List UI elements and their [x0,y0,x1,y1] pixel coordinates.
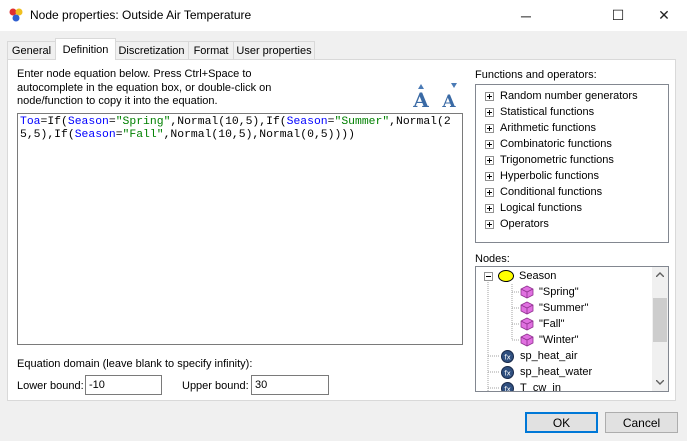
node-label: Season [519,270,557,282]
node-item[interactable]: fx sp_heat_water [500,364,592,380]
tab-discretization[interactable]: Discretization [114,41,189,59]
node-label: sp_heat_air [520,350,578,362]
scroll-down-icon[interactable] [656,380,664,385]
upper-bound-input[interactable] [251,375,329,395]
equation-node-icon: fx [501,365,514,379]
cancel-button[interactable]: Cancel [605,412,678,433]
equation-token: "Spring" [115,116,171,128]
state-item[interactable]: "Fall" [520,316,565,332]
tab-user-properties[interactable]: User properties [233,41,315,59]
expand-plus-icon[interactable] [485,139,494,149]
nodes-scrollbar[interactable] [652,267,668,391]
function-category-item[interactable]: Hyperbolic functions [485,168,599,184]
function-category-item[interactable]: Arithmetic functions [485,120,596,136]
state-item[interactable]: "Spring" [520,284,579,300]
function-category-item[interactable]: Conditional functions [485,184,602,200]
expand-plus-icon[interactable] [485,203,494,213]
function-category-item[interactable]: Statistical functions [485,104,594,120]
function-category-label: Hyperbolic functions [500,170,600,182]
state-cube-icon [520,285,534,299]
expand-plus-icon[interactable] [485,123,494,133]
function-category-label: Operators [500,218,549,230]
tab-definition[interactable]: Definition [55,38,116,60]
ok-button[interactable]: OK [525,412,598,433]
equation-token: "Summer" [334,116,390,128]
function-category-label: Conditional functions [500,186,603,198]
svg-text:fx: fx [504,385,511,392]
state-cube-icon [520,333,534,347]
window-title: Node properties: Outside Air Temperature [30,8,252,22]
equation-token: = [108,116,116,128]
lower-bound-input[interactable] [85,375,162,395]
functions-tree[interactable]: Random number generators Statistical func… [475,84,669,243]
instructions-text: Enter node equation below. Press Ctrl+Sp… [17,68,272,107]
expand-plus-icon[interactable] [485,91,494,101]
equation-token: "Fall" [122,129,164,141]
equation-editor[interactable]: Toa=If(Season="Spring",Normal(10,5),If(S… [17,113,463,345]
nodes-label: Nodes: [475,253,510,265]
tab-general[interactable]: General [7,41,56,59]
equation-token: ,Normal(10,5),If( [170,116,287,128]
equation-token: Season [74,129,116,141]
node-item[interactable]: fx sp_heat_air [500,348,578,364]
node-label: "Spring" [539,286,579,298]
function-category-label: Combinatoric functions [500,138,612,150]
svg-text:A: A [441,92,456,110]
expand-plus-icon[interactable] [485,219,494,229]
equation-token: =If( [40,116,68,128]
expand-plus-icon[interactable] [485,155,494,165]
equation-token: Toa [20,116,41,128]
node-label: T_cw_in [520,382,561,392]
functions-label: Functions and operators: [475,69,597,81]
scroll-up-icon[interactable] [656,272,664,277]
function-category-label: Arithmetic functions [500,122,596,134]
equation-token: = [115,129,123,141]
function-category-label: Statistical functions [500,106,595,118]
increase-font-icon[interactable]: A [408,82,434,110]
node-label: "Summer" [539,302,589,314]
equation-token: ,Normal(10,5),Normal(0,5)))) [163,129,355,141]
maximize-button[interactable]: ☐ [595,0,641,31]
function-category-label: Trigonometric functions [500,154,614,166]
app-icon [9,8,23,22]
lower-bound-label: Lower bound: [17,380,84,392]
state-item[interactable]: "Winter" [520,332,579,348]
node-label: sp_heat_water [520,366,593,378]
function-category-item[interactable]: Combinatoric functions [485,136,612,152]
svg-text:fx: fx [504,369,511,377]
scroll-thumb[interactable] [653,298,667,342]
node-item[interactable]: Season [484,268,556,284]
collapse-minus-icon[interactable] [484,271,493,281]
function-category-item[interactable]: Operators [485,216,549,232]
state-cube-icon [520,317,534,331]
decrease-font-icon[interactable]: A [437,82,463,110]
expand-plus-icon[interactable] [485,187,494,197]
function-category-label: Logical functions [500,202,582,214]
expand-plus-icon[interactable] [485,171,494,181]
tab-format[interactable]: Format [188,41,234,59]
nodes-tree[interactable]: fx T_cw_in fx sp_heat_water fx sp_heat_air "Wi… [475,266,669,392]
upper-bound-label: Upper bound: [182,380,249,392]
node-label: "Winter" [539,334,579,346]
close-button[interactable]: ✕ [641,0,687,31]
state-cube-icon [520,301,534,315]
function-category-item[interactable]: Trigonometric functions [485,152,614,168]
equation-token: Season [286,116,328,128]
svg-text:A: A [412,88,429,110]
domain-label: Equation domain (leave blank to specify … [17,358,253,370]
function-category-label: Random number generators [500,90,638,102]
state-item[interactable]: "Summer" [520,300,588,316]
function-category-item[interactable]: Random number generators [485,88,638,104]
minimize-button[interactable]: ─ [503,0,549,31]
node-label: "Fall" [539,318,565,330]
node-item[interactable]: fx T_cw_in [500,380,561,392]
equation-node-icon: fx [501,349,514,363]
equation-token: Season [67,116,109,128]
equation-node-icon: fx [501,381,514,392]
expand-plus-icon[interactable] [485,107,494,117]
chance-node-icon [498,270,514,282]
function-category-item[interactable]: Logical functions [485,200,582,216]
svg-text:fx: fx [504,353,511,361]
